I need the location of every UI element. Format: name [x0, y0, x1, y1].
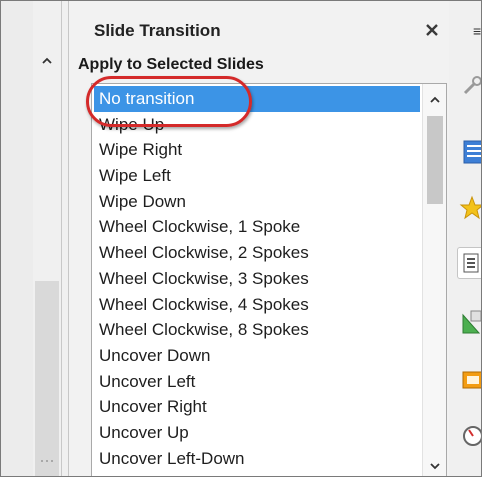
chevron-down-icon[interactable] [429, 460, 441, 472]
transition-item[interactable]: Wipe Left [94, 163, 420, 189]
navigator-icon[interactable] [459, 421, 482, 451]
slide-pane-scroll-thumb[interactable] [35, 281, 59, 476]
transition-item[interactable]: Wheel Clockwise, 4 Spokes [94, 292, 420, 318]
sidebar-deck: ≡ [449, 1, 481, 476]
transition-item[interactable]: Wipe Right [94, 137, 420, 163]
transition-item[interactable]: Wipe Down [94, 189, 420, 215]
animation-icon[interactable] [459, 307, 482, 337]
transition-item[interactable]: Uncover Left [94, 369, 420, 395]
scroll-up-arrow-icon[interactable] [41, 55, 53, 67]
master-slides-icon[interactable] [459, 363, 482, 393]
slide-pane-scrollbar[interactable] [33, 1, 62, 476]
sidebar-menu-glyph: ≡ [473, 23, 482, 39]
slide-transition-panel: Slide Transition Apply to Selected Slide… [68, 1, 450, 476]
annotation-highlight-ring [86, 76, 252, 127]
resize-grip-icon[interactable] [39, 456, 55, 466]
transition-item[interactable]: Uncover Down [94, 343, 420, 369]
apply-to-selected-label: Apply to Selected Slides [78, 56, 264, 73]
transition-item[interactable]: Wheel Clockwise, 8 Spokes [94, 317, 420, 343]
transition-item[interactable]: Uncover Left-Down [94, 446, 420, 472]
slide-transition-icon[interactable] [457, 247, 482, 279]
transition-list-scroll-thumb[interactable] [427, 116, 443, 204]
transition-item[interactable]: Uncover Right [94, 394, 420, 420]
chevron-up-icon[interactable] [429, 94, 441, 106]
transition-item[interactable]: Wheel Clockwise, 3 Spokes [94, 266, 420, 292]
slide-pane-strip [1, 1, 33, 476]
transition-list-scrollbar[interactable] [422, 84, 446, 476]
transition-list: No transition Wipe Up Wipe Right Wipe Left W… [94, 86, 420, 471]
properties-icon[interactable] [459, 136, 482, 166]
sidebar-menu-icon[interactable]: ≡ [473, 23, 481, 39]
close-icon [426, 24, 438, 36]
gallery-star-icon[interactable] [459, 193, 482, 223]
close-panel-button[interactable] [421, 19, 443, 41]
transition-listbox[interactable]: No transition Wipe Up Wipe Right Wipe Left W… [91, 83, 447, 476]
transition-item[interactable]: Wheel Clockwise, 2 Spokes [94, 240, 420, 266]
panel-title: Slide Transition [94, 21, 221, 40]
window-frame: Slide Transition Apply to Selected Slide… [0, 0, 482, 477]
transition-item[interactable]: Uncover Up [94, 420, 420, 446]
transition-item[interactable]: Wheel Clockwise, 1 Spoke [94, 214, 420, 240]
wrench-icon[interactable] [459, 71, 482, 101]
